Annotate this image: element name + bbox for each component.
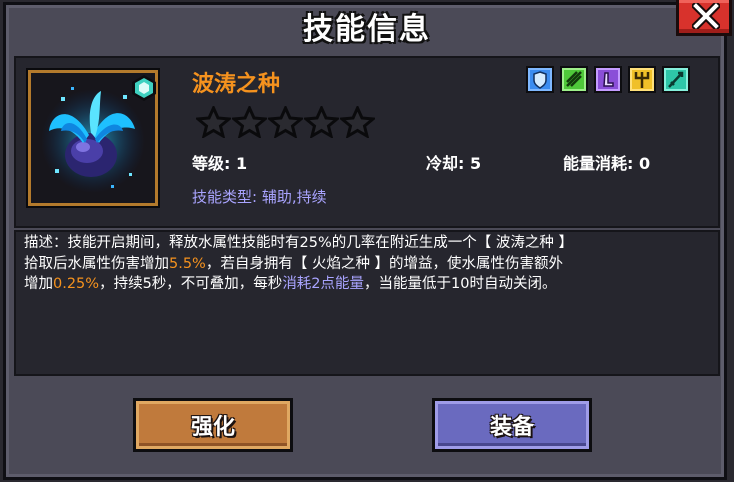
close-button[interactable] (676, 0, 732, 36)
sword-icon (662, 66, 690, 93)
star-icon (268, 106, 303, 138)
water-shield-icon (526, 66, 554, 93)
equip-button[interactable]: 装备 (432, 398, 592, 452)
trident-icon (628, 66, 656, 93)
star-rating (196, 106, 375, 138)
star-icon (232, 106, 267, 138)
description-line: 增加0.25%，持续5秒，不可叠加，每秒消耗2点能量，当能量低于10时自动关闭。 (24, 276, 557, 292)
skill-type: 技能类型: 辅助,持续 (192, 188, 327, 206)
level-stat: 等级: 1 (192, 154, 248, 173)
energy-cost-stat: 能量消耗: 0 (563, 154, 651, 173)
water-gem-icon (132, 75, 156, 101)
skill-description: 描述：技能开启期间，释放水属性技能时有25%的几率在附近生成一个【 波涛之种 】… (24, 233, 714, 295)
star-icon (340, 106, 375, 138)
description-line: 描述：技能开启期间，释放水属性技能时有25%的几率在附近生成一个【 波涛之种 】 (24, 235, 573, 251)
element-badges (526, 66, 690, 93)
description-line: 拾取后水属性伤害增加5.5%，若自身拥有【 火焰之种 】的增益，使水属性伤害额外 (24, 255, 564, 272)
close-icon (692, 3, 720, 29)
star-icon (196, 106, 231, 138)
cooldown-stat: 冷却: 5 (426, 154, 482, 173)
star-icon (304, 106, 339, 138)
page-title: 技能信息 (303, 12, 431, 47)
nature-icon (560, 66, 588, 93)
skill-name: 波涛之种 (192, 72, 281, 97)
upgrade-button[interactable]: 强化 (133, 398, 293, 452)
shadow-icon (594, 66, 622, 93)
